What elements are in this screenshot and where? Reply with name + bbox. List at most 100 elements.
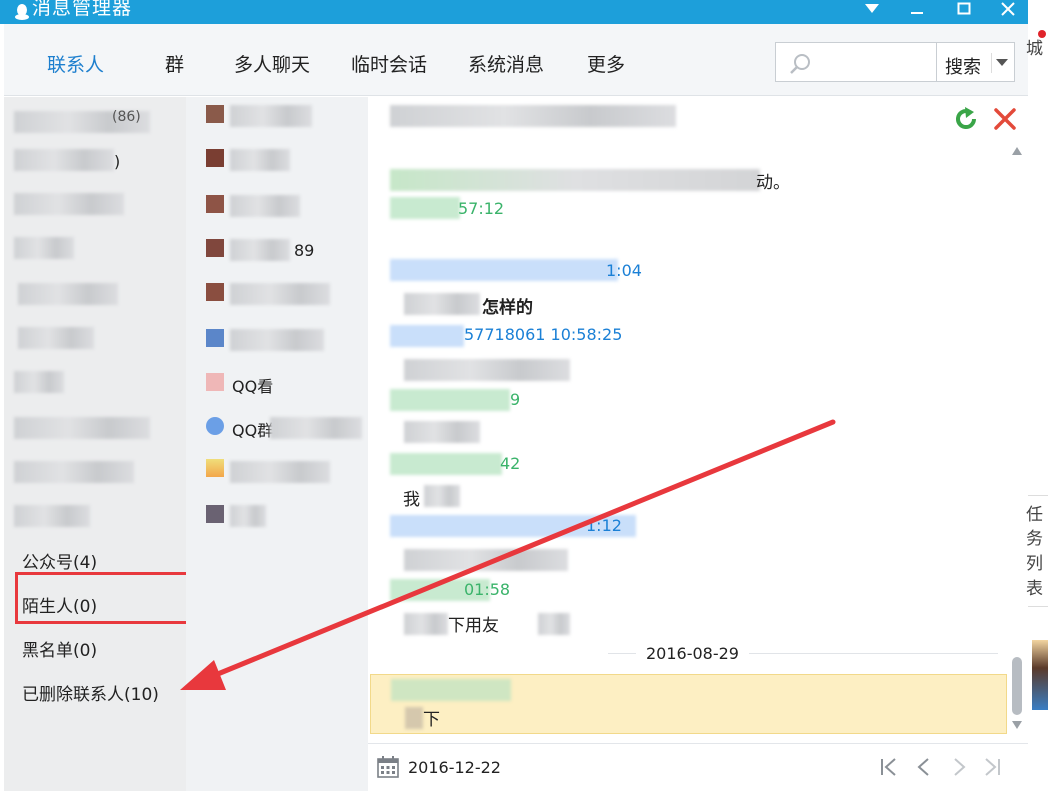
- group-list: (86) ) 公众号(4) 陌生人(0) 黑名单(0) 已删除联系人(10): [4, 97, 186, 791]
- message-sender: 1:04: [606, 261, 642, 280]
- blurred-contact-name[interactable]: [230, 505, 266, 527]
- search-icon: [790, 54, 810, 74]
- scrollbar-thumb[interactable]: [1012, 657, 1022, 715]
- background-text: 列: [1026, 554, 1043, 574]
- blurred-message-text: [404, 293, 480, 315]
- avatar[interactable]: [206, 329, 224, 347]
- background-text: 城: [1026, 39, 1043, 59]
- message-sender: 1:12: [586, 516, 622, 535]
- last-page-icon[interactable]: [979, 754, 1005, 780]
- blurred-group-item[interactable]: [14, 237, 74, 259]
- blurred-message-text: [404, 613, 448, 635]
- qq-penguin-icon: [15, 4, 29, 20]
- message-sender: 9: [510, 390, 521, 409]
- tab-multi-chat[interactable]: 多人聊天: [234, 50, 310, 77]
- first-page-icon[interactable]: [876, 754, 902, 780]
- blurred-contact-name[interactable]: [230, 329, 324, 351]
- message-footer: 2016-12-22: [368, 743, 1028, 791]
- background-avatar: [1032, 640, 1048, 710]
- blurred-group-item[interactable]: [14, 461, 134, 483]
- message-text: 怎样的: [482, 298, 533, 318]
- contact-list: 89 QQ看 QQ群: [186, 97, 368, 791]
- group-blacklist[interactable]: 黑名单(0): [22, 636, 97, 661]
- contact-name[interactable]: QQ群: [232, 417, 273, 441]
- avatar[interactable]: [206, 149, 224, 167]
- blurred-conversation-title: [390, 105, 676, 127]
- blurred-message-text: [404, 359, 570, 381]
- blurred-group-item[interactable]: [14, 149, 114, 171]
- blurred-contact-name[interactable]: [230, 283, 330, 305]
- background-text: 务: [1026, 529, 1043, 549]
- blurred-group-item[interactable]: [14, 417, 150, 439]
- blurred-sender: [391, 679, 511, 701]
- blurred-contact-name[interactable]: [230, 149, 290, 171]
- avatar[interactable]: [206, 505, 224, 523]
- avatar[interactable]: [206, 417, 224, 435]
- scroll-up-icon[interactable]: [1012, 147, 1022, 155]
- blurred-message-text: [404, 549, 568, 571]
- background-window: [1028, 0, 1048, 791]
- message-scrollbar[interactable]: [1009, 145, 1025, 733]
- menu-dropdown-icon[interactable]: [855, 0, 889, 18]
- message-text: 下: [423, 710, 440, 730]
- search-button[interactable]: 搜索: [937, 42, 1015, 82]
- tab-temp-session[interactable]: 临时会话: [351, 50, 427, 77]
- avatar[interactable]: [206, 373, 224, 391]
- calendar-icon[interactable]: [377, 756, 399, 778]
- delete-icon[interactable]: [993, 107, 1017, 131]
- blurred-sender: [390, 453, 502, 475]
- contact-name[interactable]: QQ看: [232, 373, 273, 397]
- refresh-icon[interactable]: [954, 107, 978, 131]
- message-text: 动。: [756, 173, 790, 193]
- tab-groups[interactable]: 群: [165, 50, 184, 77]
- previous-page-icon[interactable]: [911, 754, 937, 780]
- close-button[interactable]: [991, 0, 1025, 18]
- blurred-group-item[interactable]: [14, 371, 64, 393]
- group-official-accounts[interactable]: 公众号(4): [22, 548, 97, 573]
- blurred-message-text: [538, 613, 570, 635]
- footer-date[interactable]: 2016-12-22: [408, 758, 501, 777]
- maximize-button[interactable]: [947, 0, 981, 18]
- minimize-button[interactable]: [900, 0, 934, 18]
- avatar[interactable]: [206, 283, 224, 301]
- blurred-sender: [390, 197, 460, 219]
- avatar[interactable]: [206, 239, 224, 257]
- blurred-group-item[interactable]: [14, 505, 90, 527]
- tab-more[interactable]: 更多: [587, 50, 625, 77]
- tab-contacts[interactable]: 联系人: [47, 50, 104, 77]
- avatar[interactable]: [206, 459, 224, 477]
- group-deleted-contacts[interactable]: 已删除联系人(10): [22, 680, 159, 705]
- divider: [1028, 606, 1048, 607]
- blurred-contact-name[interactable]: [230, 461, 330, 483]
- message-sender: 57718061 10:58:25: [464, 325, 623, 344]
- blurred-contact-name[interactable]: [230, 195, 300, 217]
- message-text: 下用友: [448, 616, 499, 636]
- blurred-sender: [390, 325, 464, 347]
- next-page-icon[interactable]: [946, 754, 972, 780]
- blurred-group-item[interactable]: [18, 327, 94, 349]
- avatar[interactable]: [206, 195, 224, 213]
- search-button-label: 搜索: [945, 57, 981, 78]
- blurred-contact-name[interactable]: [270, 417, 362, 439]
- window-title: 消息管理器: [32, 0, 133, 19]
- scroll-down-icon[interactable]: [1012, 721, 1022, 729]
- selected-message[interactable]: 下: [370, 674, 1007, 734]
- blurred-group-item[interactable]: [18, 283, 118, 305]
- message-sender: 42: [500, 454, 521, 473]
- toolbar: 联系人 群 多人聊天 临时会话 系统消息 更多 搜索: [4, 24, 1028, 96]
- tab-system-messages[interactable]: 系统消息: [468, 50, 544, 77]
- blurred-group-item[interactable]: [14, 193, 124, 215]
- blurred-message-text: [404, 421, 480, 443]
- group-count-partial: (86): [112, 109, 141, 125]
- avatar[interactable]: [206, 105, 224, 123]
- blurred-message-text: [424, 485, 460, 507]
- highlight-box-deleted-contacts: [15, 572, 191, 624]
- blurred-contact-name[interactable]: [230, 105, 312, 127]
- date-separator: 2016-08-29: [636, 644, 749, 663]
- background-text: 表: [1026, 579, 1043, 599]
- blurred-message-text: [405, 707, 423, 729]
- blurred-sender: [390, 389, 510, 411]
- blurred-contact-name[interactable]: [230, 239, 290, 261]
- chevron-down-icon[interactable]: [991, 53, 1011, 73]
- search-input[interactable]: [775, 42, 937, 82]
